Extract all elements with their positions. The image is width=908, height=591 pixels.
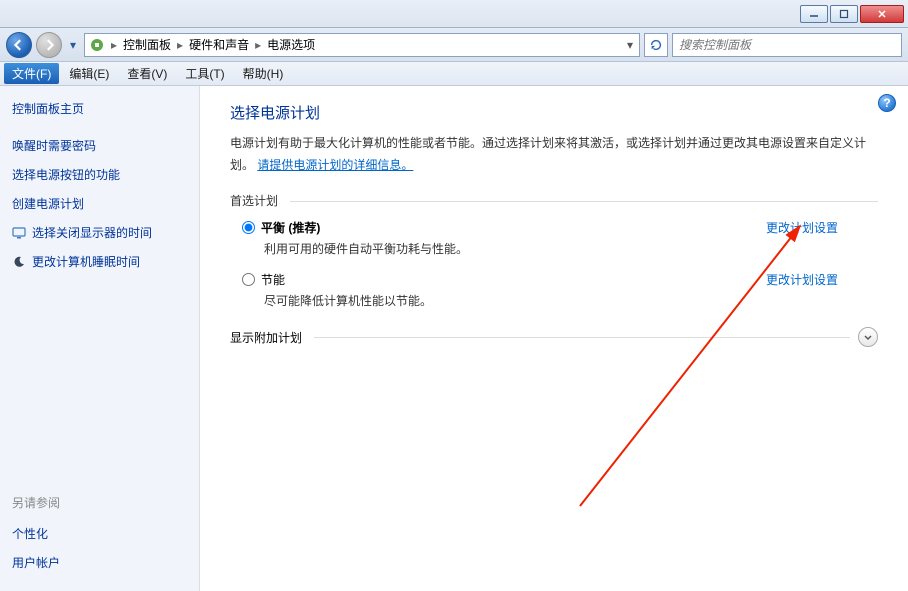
plan-name[interactable]: 平衡 (推荐) <box>261 219 320 236</box>
plan-row-saver: 节能 尽可能降低计算机性能以节能。 更改计划设置 <box>242 271 878 309</box>
chevron-right-icon[interactable]: ▸ <box>255 38 261 52</box>
menu-file[interactable]: 文件(F) <box>4 63 59 84</box>
menu-edit[interactable]: 编辑(E) <box>61 63 117 84</box>
window-buttons <box>800 5 904 23</box>
additional-plans-expander[interactable]: 显示附加计划 <box>230 327 878 347</box>
chevron-right-icon[interactable]: ▸ <box>111 38 117 52</box>
menu-help[interactable]: 帮助(H) <box>235 63 292 84</box>
plan-details-link[interactable]: 请提供电源计划的详细信息。 <box>257 158 413 172</box>
control-panel-icon <box>89 37 105 53</box>
plan-row-balanced: 平衡 (推荐) 利用可用的硬件自动平衡功耗与性能。 更改计划设置 <box>242 219 878 257</box>
close-button[interactable] <box>860 5 904 23</box>
sidebar-link-display-off[interactable]: 选择关闭显示器的时间 <box>12 224 187 241</box>
chevron-down-icon[interactable] <box>858 327 878 347</box>
plan-radio-saver[interactable] <box>242 273 255 286</box>
forward-button[interactable] <box>36 32 62 58</box>
chevron-right-icon[interactable]: ▸ <box>177 38 183 52</box>
expander-label: 显示附加计划 <box>230 329 308 346</box>
back-button[interactable] <box>6 32 32 58</box>
help-button[interactable]: ? <box>878 94 896 112</box>
plan-desc: 尽可能降低计算机性能以节能。 <box>264 292 766 309</box>
page-description: 电源计划有助于最大化计算机的性能或者节能。通过选择计划来将其激活，或选择计划并通… <box>230 133 878 176</box>
plan-radio-balanced[interactable] <box>242 221 255 234</box>
refresh-button[interactable] <box>644 33 668 57</box>
change-plan-settings-link[interactable]: 更改计划设置 <box>766 219 838 236</box>
nav-history-dropdown[interactable]: ▾ <box>66 35 80 55</box>
page-title: 选择电源计划 <box>230 102 878 123</box>
moon-icon <box>12 255 26 269</box>
breadcrumb-seg[interactable]: 电源选项 <box>267 36 315 53</box>
preferred-plans-label: 首选计划 <box>230 192 878 209</box>
menu-view[interactable]: 查看(V) <box>119 63 175 84</box>
body-area: 控制面板主页 唤醒时需要密码 选择电源按钮的功能 创建电源计划 选择关闭显示器的… <box>0 86 908 591</box>
window-titlebar <box>0 0 908 28</box>
sidebar-extra-user-accounts[interactable]: 用户帐户 <box>12 554 187 571</box>
sidebar-link-create-plan[interactable]: 创建电源计划 <box>12 195 187 212</box>
plan-desc: 利用可用的硬件自动平衡功耗与性能。 <box>264 240 766 257</box>
breadcrumb-seg[interactable]: 控制面板 <box>123 36 171 53</box>
menu-bar: 文件(F) 编辑(E) 查看(V) 工具(T) 帮助(H) <box>0 62 908 86</box>
plan-name[interactable]: 节能 <box>261 271 285 288</box>
content-pane: ? 选择电源计划 电源计划有助于最大化计算机的性能或者节能。通过选择计划来将其激… <box>200 86 908 591</box>
address-box[interactable]: ▸ 控制面板 ▸ 硬件和声音 ▸ 电源选项 ▾ <box>84 33 640 57</box>
sidebar-link-power-button[interactable]: 选择电源按钮的功能 <box>12 166 187 183</box>
search-box[interactable] <box>672 33 902 57</box>
change-plan-settings-link[interactable]: 更改计划设置 <box>766 271 838 288</box>
address-bar-row: ▾ ▸ 控制面板 ▸ 硬件和声音 ▸ 电源选项 ▾ <box>0 28 908 62</box>
sidebar: 控制面板主页 唤醒时需要密码 选择电源按钮的功能 创建电源计划 选择关闭显示器的… <box>0 86 200 591</box>
search-input[interactable] <box>679 38 895 52</box>
monitor-icon <box>12 226 26 240</box>
address-dropdown-icon[interactable]: ▾ <box>625 38 635 52</box>
maximize-button[interactable] <box>830 5 858 23</box>
minimize-button[interactable] <box>800 5 828 23</box>
see-also-label: 另请参阅 <box>12 494 187 511</box>
sidebar-home-link[interactable]: 控制面板主页 <box>12 100 187 117</box>
sidebar-link-sleep-time[interactable]: 更改计算机睡眠时间 <box>12 253 187 270</box>
breadcrumb-seg[interactable]: 硬件和声音 <box>189 36 249 53</box>
menu-tools[interactable]: 工具(T) <box>177 63 232 84</box>
sidebar-link-wake-password[interactable]: 唤醒时需要密码 <box>12 137 187 154</box>
sidebar-extra-personalize[interactable]: 个性化 <box>12 525 187 542</box>
